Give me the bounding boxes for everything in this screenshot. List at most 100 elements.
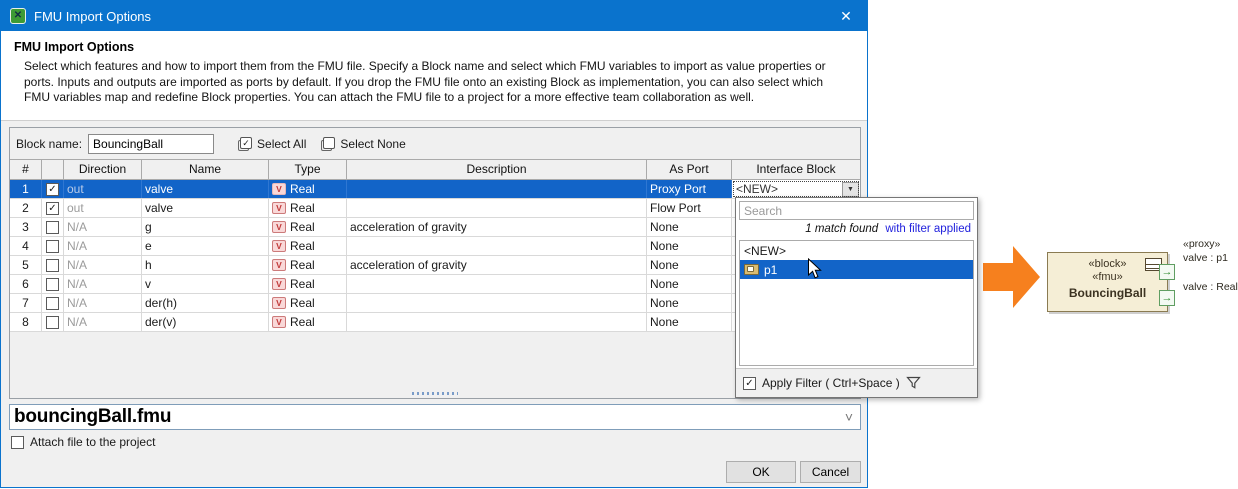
checkbox-cell: [42, 237, 64, 255]
ok-button[interactable]: OK: [726, 461, 796, 483]
block-name-input[interactable]: [88, 134, 214, 154]
interface-block-combo[interactable]: <NEW>▼: [732, 180, 860, 198]
checkbox-cell: [42, 199, 64, 217]
row-number: 6: [10, 275, 42, 293]
header-section: FMU Import Options Select which features…: [1, 31, 867, 121]
name-cell: der(v): [142, 313, 269, 331]
port1-stereotype-label: «proxy»: [1183, 238, 1220, 250]
dropdown-arrow-button[interactable]: ▼: [842, 182, 859, 197]
direction-cell: N/A: [64, 294, 142, 312]
row-number: 4: [10, 237, 42, 255]
table-row[interactable]: 8N/Ader(v)VRealNone: [10, 313, 860, 332]
type-cell: VReal: [269, 256, 347, 274]
dropdown-search-input[interactable]: [739, 201, 974, 220]
interface-block-value: <NEW>: [732, 181, 842, 198]
table-row[interactable]: 2outvalveVRealFlow Port: [10, 199, 860, 218]
fmu-file-combo[interactable]: bouncingBall.fmu ˅: [9, 404, 861, 430]
direction-cell: N/A: [64, 218, 142, 236]
direction-cell: out: [64, 180, 142, 198]
direction-cell: N/A: [64, 237, 142, 255]
row-number: 1: [10, 180, 42, 198]
value-type-icon: V: [272, 202, 286, 214]
section-title: FMU Import Options: [14, 40, 867, 54]
description-cell: [347, 294, 647, 312]
name-cell: valve: [142, 180, 269, 198]
type-cell: VReal: [269, 313, 347, 331]
close-button[interactable]: ✕: [825, 1, 867, 31]
cancel-button[interactable]: Cancel: [800, 461, 861, 483]
table-row[interactable]: 6N/AvVRealNone: [10, 275, 860, 294]
dropdown-item[interactable]: p1: [740, 260, 973, 279]
select-all-button[interactable]: Select All: [238, 137, 306, 151]
description-cell: [347, 313, 647, 331]
value-type-icon: V: [272, 183, 286, 195]
row-checkbox[interactable]: [46, 240, 59, 253]
name-cell: v: [142, 275, 269, 293]
column-header: [42, 160, 64, 179]
apply-filter-checkbox[interactable]: [743, 377, 756, 390]
table-row[interactable]: 7N/Ader(h)VRealNone: [10, 294, 860, 313]
table-row[interactable]: 5N/AhVRealacceleration of gravityNone: [10, 256, 860, 275]
row-checkbox[interactable]: [46, 221, 59, 234]
row-checkbox[interactable]: [46, 316, 59, 329]
filter-applied-link[interactable]: with filter applied: [885, 223, 971, 235]
interface-block-icon: [744, 264, 759, 275]
row-checkbox[interactable]: [46, 183, 59, 196]
as-port-cell: None: [647, 218, 732, 236]
filter-icon[interactable]: [906, 376, 921, 390]
row-checkbox[interactable]: [46, 278, 59, 291]
select-none-label: Select None: [340, 137, 405, 151]
row-number: 3: [10, 218, 42, 236]
fmu-block[interactable]: «block» «fmu» BouncingBall: [1047, 252, 1168, 312]
checkbox-cell: [42, 218, 64, 236]
chevron-down-icon[interactable]: ˅: [845, 409, 860, 425]
name-cell: g: [142, 218, 269, 236]
attach-file-checkbox[interactable]: [11, 436, 24, 449]
splitter-handle[interactable]: [412, 392, 458, 395]
result-arrow-icon: [983, 244, 1041, 310]
value-type-icon: V: [272, 297, 286, 309]
dropdown-item[interactable]: <NEW>: [740, 241, 973, 260]
table-row[interactable]: 3N/AgVRealacceleration of gravityNone: [10, 218, 860, 237]
type-label: Real: [290, 219, 315, 236]
row-checkbox[interactable]: [46, 259, 59, 272]
name-cell: h: [142, 256, 269, 274]
port2-label: valve : Real: [1183, 281, 1238, 293]
column-header: Interface Block: [732, 160, 860, 179]
direction-cell: out: [64, 199, 142, 217]
description-cell: [347, 199, 647, 217]
table-row[interactable]: 1outvalveVRealProxy Port<NEW>▼: [10, 180, 860, 199]
description-cell: [347, 237, 647, 255]
options-panel: Block name: Select All Select None #Dire…: [9, 127, 861, 399]
match-text: 1 match found: [805, 223, 878, 235]
as-port-cell: Flow Port: [647, 199, 732, 217]
description-cell: [347, 275, 647, 293]
titlebar[interactable]: ✕ FMU Import Options ✕: [1, 1, 867, 31]
type-cell: V Real: [269, 180, 347, 198]
row-checkbox[interactable]: [46, 297, 59, 310]
as-port-cell: None: [647, 294, 732, 312]
window-title: FMU Import Options: [34, 9, 151, 24]
row-number: 2: [10, 199, 42, 217]
row-number: 8: [10, 313, 42, 331]
type-label: Real: [290, 238, 315, 255]
type-cell: VReal: [269, 218, 347, 236]
value-type-icon: V: [272, 278, 286, 290]
checkbox-cell: [42, 275, 64, 293]
app-icon: ✕: [10, 8, 26, 24]
type-cell: V Real: [269, 294, 347, 312]
name-cell: e: [142, 237, 269, 255]
description-cell: acceleration of gravity: [347, 256, 647, 274]
flow-port[interactable]: →: [1159, 290, 1175, 306]
as-port-cell: None: [647, 275, 732, 293]
type-cell: VReal: [269, 275, 347, 293]
row-checkbox[interactable]: [46, 202, 59, 215]
column-header: Direction: [64, 160, 142, 179]
type-label: Real: [290, 295, 315, 312]
dropdown-item-label: <NEW>: [744, 244, 786, 258]
select-none-button[interactable]: Select None: [321, 137, 405, 151]
proxy-port[interactable]: →: [1159, 264, 1175, 280]
type-label: Real: [290, 257, 315, 274]
type-label: Real: [290, 181, 315, 198]
table-row[interactable]: 4N/AeVRealNone: [10, 237, 860, 256]
